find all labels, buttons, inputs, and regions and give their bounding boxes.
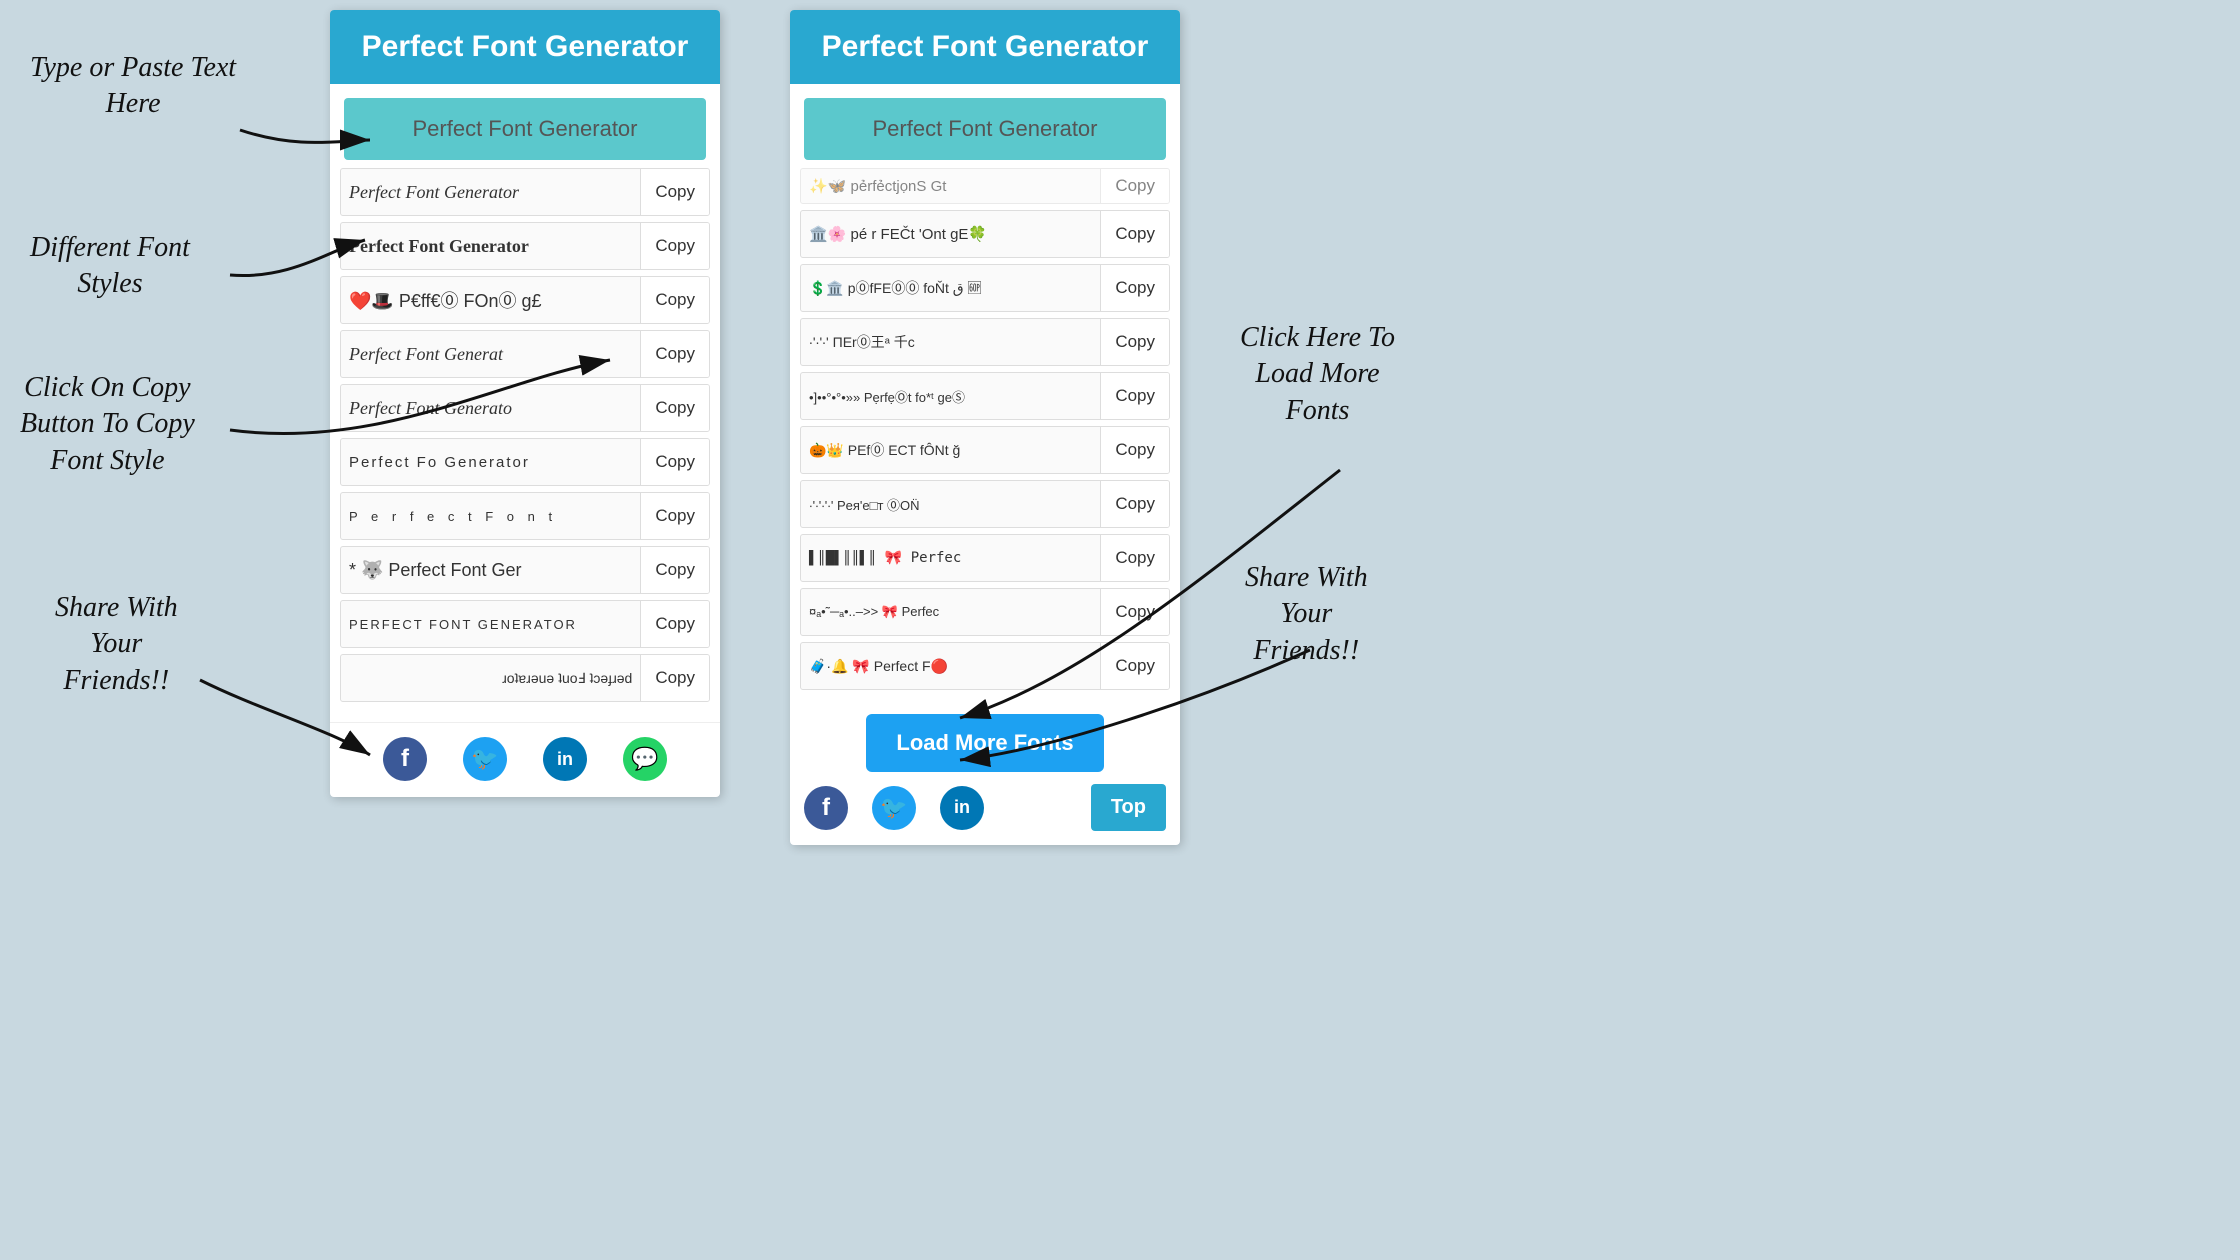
copy-button[interactable]: Copy xyxy=(1100,535,1169,581)
whatsapp-icon[interactable]: 💬 xyxy=(623,737,667,781)
font-text: 🏛️🌸 pé r FEČt 'Ont gE🍀 xyxy=(801,225,1100,243)
table-row: Perfect Font Generato Copy xyxy=(340,384,710,432)
font-text: ∙'∙'∙'∙' Peя'e□т ⓪ON̈ xyxy=(801,495,1100,514)
right-font-list: ✨🦋 pẻrfẻctjọnS Gt Copy 🏛️🌸 pé r FEČt 'On… xyxy=(790,168,1180,706)
copy-button[interactable]: Copy xyxy=(640,493,709,539)
right-bottom-row: f 🐦 in Top xyxy=(790,784,1180,845)
copy-button[interactable]: Copy xyxy=(640,547,709,593)
copy-button[interactable]: Copy xyxy=(1100,169,1169,203)
linkedin-icon-right[interactable]: in xyxy=(940,786,984,830)
copy-button[interactable]: Copy xyxy=(1100,319,1169,365)
font-text: ❤️🎩 P€ff€⓪ FOn⓪ g£ xyxy=(341,287,640,313)
table-row: 🧳·🔔 🎀 Perfect F🔴 Copy xyxy=(800,642,1170,690)
table-row: Perfect Fo Generator Copy xyxy=(340,438,710,486)
copy-button[interactable]: Copy xyxy=(640,331,709,377)
font-text: Perfect Fo Generator xyxy=(341,454,640,471)
font-text: ∙'∙'∙' ΠEr⓪王ᵃ 千c xyxy=(801,332,1100,352)
copy-button[interactable]: Copy xyxy=(640,277,709,323)
facebook-icon-right[interactable]: f xyxy=(804,786,848,830)
table-row: P e r f e c t F o n t Copy xyxy=(340,492,710,540)
annotation-type: Type or Paste Text Here xyxy=(30,50,236,123)
load-more-button[interactable]: Load More Fonts xyxy=(866,714,1103,772)
font-text: P e r f e c t F o n t xyxy=(341,509,640,524)
font-text: Perfect Font Generator xyxy=(341,236,640,257)
linkedin-icon[interactable]: in xyxy=(543,737,587,781)
font-text: Perfect Font Generato xyxy=(341,398,640,419)
table-row: 🏛️🌸 pé r FEČt 'Ont gE🍀 Copy xyxy=(800,210,1170,258)
top-button[interactable]: Top xyxy=(1091,784,1166,831)
right-text-input[interactable]: Perfect Font Generator xyxy=(804,98,1166,160)
table-row: PERFECT FONT GENERATOR Copy xyxy=(340,600,710,648)
font-text: 💲🏛️ p⓪fFE⓪⓪ foŇt ق 🆣 xyxy=(801,278,1100,298)
copy-button[interactable]: Copy xyxy=(640,385,709,431)
table-row: Perfect Font Generator Copy xyxy=(340,222,710,270)
font-text: ¤ₐ•˜─ₐ•..–>> 🎀 Perfec xyxy=(801,604,1100,620)
facebook-icon[interactable]: f xyxy=(383,737,427,781)
copy-button[interactable]: Copy xyxy=(1100,427,1169,473)
table-row: ▌║█▌║║▌║ 🎀 Perfec Copy xyxy=(800,534,1170,582)
font-text: ✨🦋 pẻrfẻctjọnS Gt xyxy=(801,177,1100,195)
copy-button[interactable]: Copy xyxy=(1100,265,1169,311)
font-text: ▌║█▌║║▌║ 🎀 Perfec xyxy=(801,550,1100,566)
left-font-list: Perfect Font Generator Copy Perfect Font… xyxy=(330,168,720,718)
font-text: •]••°•°•»» PẹrfẹⓄt fo*ᵗ geⓈ xyxy=(801,387,1100,406)
left-text-input[interactable]: Perfect Font Generator xyxy=(344,98,706,160)
table-row: 💲🏛️ p⓪fFE⓪⓪ foŇt ق 🆣 Copy xyxy=(800,264,1170,312)
font-text: 🧳·🔔 🎀 Perfect F🔴 xyxy=(801,658,1100,675)
font-text: PERFECT FONT GENERATOR xyxy=(341,617,640,632)
copy-button[interactable]: Copy xyxy=(640,169,709,215)
table-row: ❤️🎩 P€ff€⓪ FOn⓪ g£ Copy xyxy=(340,276,710,324)
copy-button[interactable]: Copy xyxy=(640,223,709,269)
table-row: ∙'∙'∙'∙' Peя'e□т ⓪ON̈ Copy xyxy=(800,480,1170,528)
annotation-share-left: Share With Your Friends!! xyxy=(55,590,178,699)
font-text: Perfect Font Generat xyxy=(341,344,640,365)
twitter-icon-right[interactable]: 🐦 xyxy=(872,786,916,830)
table-row: ɹoʇɐɹǝuǝ ʇuoℲ ʇɔǝɟɹǝd Copy xyxy=(340,654,710,702)
annotation-copy: Click On Copy Button To Copy Font Style xyxy=(20,370,195,479)
right-panel-header: Perfect Font Generator xyxy=(790,10,1180,84)
copy-button[interactable]: Copy xyxy=(1100,481,1169,527)
font-text: ɹoʇɐɹǝuǝ ʇuoℲ ʇɔǝɟɹǝd xyxy=(341,670,640,687)
table-row: * 🐺 Perfect Font Ger Copy xyxy=(340,546,710,594)
annotation-fonts: Different Font Styles xyxy=(30,230,190,303)
copy-button[interactable]: Copy xyxy=(1100,643,1169,689)
copy-button[interactable]: Copy xyxy=(640,601,709,647)
font-text: 🎃👑 PEf⓪ ECT fÔNt ğ xyxy=(801,440,1100,460)
copy-button[interactable]: Copy xyxy=(1100,373,1169,419)
table-row: •]••°•°•»» PẹrfẹⓄt fo*ᵗ geⓈ Copy xyxy=(800,372,1170,420)
annotation-load-more: Click Here To Load More Fonts xyxy=(1240,320,1395,429)
font-text: * 🐺 Perfect Font Ger xyxy=(341,560,640,581)
table-row: 🎃👑 PEf⓪ ECT fÔNt ğ Copy xyxy=(800,426,1170,474)
copy-button[interactable]: Copy xyxy=(1100,211,1169,257)
twitter-icon[interactable]: 🐦 xyxy=(463,737,507,781)
table-row: ✨🦋 pẻrfẻctjọnS Gt Copy xyxy=(800,168,1170,204)
table-row: Perfect Font Generat Copy xyxy=(340,330,710,378)
copy-button[interactable]: Copy xyxy=(640,439,709,485)
left-social-row: f 🐦 in 💬 xyxy=(330,722,720,797)
left-panel: Perfect Font Generator Perfect Font Gene… xyxy=(330,10,720,797)
font-text: Perfect Font Generator xyxy=(341,182,640,203)
table-row: ∙'∙'∙' ΠEr⓪王ᵃ 千c Copy xyxy=(800,318,1170,366)
table-row: ¤ₐ•˜─ₐ•..–>> 🎀 Perfec Copy xyxy=(800,588,1170,636)
copy-button[interactable]: Copy xyxy=(640,655,709,701)
annotation-share-right: Share With Your Friends!! xyxy=(1245,560,1368,669)
copy-button[interactable]: Copy xyxy=(1100,589,1169,635)
table-row: Perfect Font Generator Copy xyxy=(340,168,710,216)
right-panel: Perfect Font Generator Perfect Font Gene… xyxy=(790,10,1180,845)
left-panel-header: Perfect Font Generator xyxy=(330,10,720,84)
